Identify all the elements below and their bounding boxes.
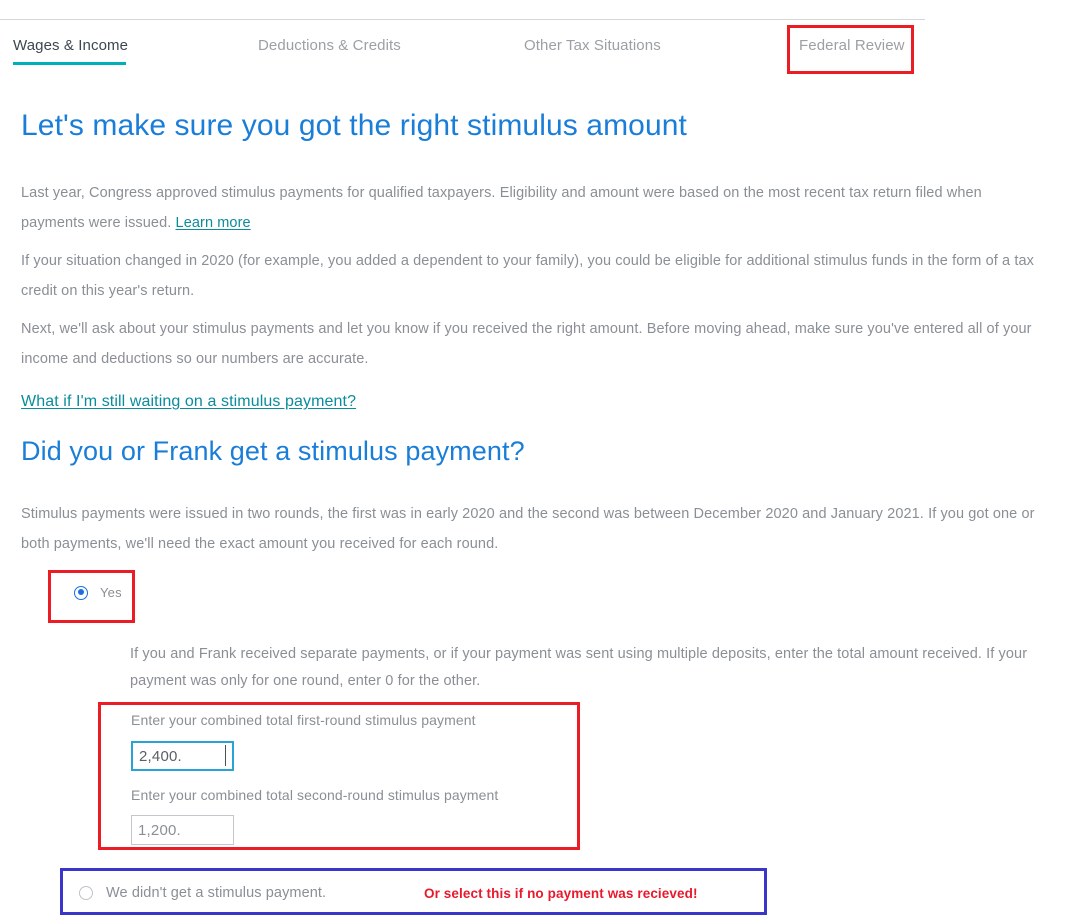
payment-helper-text: If you and Frank received separate payme… [130,646,1028,689]
intro-paragraph-3: Next, we'll ask about your stimulus paym… [21,321,1032,367]
radio-option-yes[interactable]: Yes [74,585,122,600]
radio-label-no-payment: We didn't get a stimulus payment. [106,885,327,901]
still-waiting-link[interactable]: What if I'm still waiting on a stimulus … [21,391,356,413]
section-intro-paragraph: Stimulus payments were issued in two rou… [21,506,1035,552]
text-cursor [225,745,226,766]
radio-icon-yes[interactable] [74,585,88,600]
radio-option-no-payment[interactable]: We didn't get a stimulus payment. [79,885,326,901]
intro-paragraph-2: If your situation changed in 2020 (for e… [21,253,1034,299]
first-round-amount-input[interactable] [131,741,234,771]
tab-deductions-and-credits[interactable]: Deductions & Credits [258,36,401,56]
intro-paragraph-1-text: Last year, Congress approved stimulus pa… [21,185,982,231]
header-divider [0,19,925,20]
tab-label: Wages & Income [13,37,129,54]
tab-label: Federal Review [799,37,905,54]
tab-other-tax-situations[interactable]: Other Tax Situations [524,36,661,56]
radio-label-yes: Yes [100,585,122,600]
section-title: Did you or Frank get a stimulus payment? [21,436,525,466]
second-round-label: Enter your combined total second-round s… [131,787,499,803]
tab-label: Deductions & Credits [258,37,401,54]
tab-bar: Wages & Income Deductions & Credits Othe… [0,22,1075,80]
learn-more-link[interactable]: Learn more [176,215,251,231]
radio-icon-no-payment[interactable] [79,886,93,900]
tab-wages-and-income[interactable]: Wages & Income [13,36,129,65]
tab-active-indicator [13,62,126,65]
tab-label: Other Tax Situations [524,37,661,54]
annotation-note-no-payment: Or select this if no payment was recieve… [424,886,698,901]
intro-paragraph-1: Last year, Congress approved stimulus pa… [21,178,1033,238]
tab-federal-review[interactable]: Federal Review [799,36,905,56]
second-round-amount-input[interactable] [131,815,234,845]
first-round-label: Enter your combined total first-round st… [131,712,476,728]
page-title: Let's make sure you got the right stimul… [21,109,687,142]
